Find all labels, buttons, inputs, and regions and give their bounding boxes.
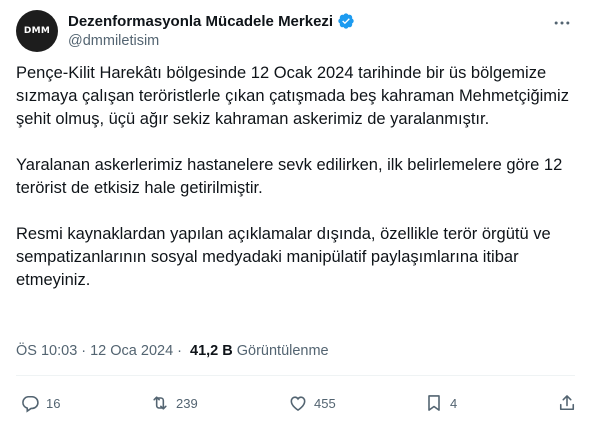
meta-separator: · <box>177 343 182 359</box>
more-icon[interactable] <box>551 14 573 32</box>
retweet-icon <box>153 396 167 410</box>
like-button[interactable]: 455 <box>288 389 336 417</box>
divider <box>16 375 575 376</box>
tweet-text: Pençe-Kilit Harekâtı bölgesinde 12 Ocak … <box>16 62 581 315</box>
share-button[interactable] <box>557 389 577 417</box>
avatar[interactable]: DMM <box>16 10 58 52</box>
tweet-paragraph: Pençe-Kilit Harekâtı bölgesinde 12 Ocak … <box>16 64 569 128</box>
author-names: Dezenformasyonla Mücadele Merkezi @dmmil… <box>68 11 355 49</box>
reply-icon <box>22 395 39 413</box>
bookmark-icon <box>428 395 440 411</box>
like-count: 455 <box>314 395 336 411</box>
heart-icon <box>290 396 306 412</box>
share-icon <box>559 395 575 411</box>
meta-separator: · <box>81 343 87 359</box>
handle[interactable]: @dmmiletisim <box>68 33 355 49</box>
views-count: 41,2 B <box>190 343 233 359</box>
action-bar: 16 239 455 4 <box>16 389 579 417</box>
tweet-card: DMM Dezenformasyonla Mücadele Merkezi @d… <box>0 0 591 433</box>
reply-count: 16 <box>46 395 61 411</box>
reply-button[interactable]: 16 <box>20 389 60 417</box>
tweet-meta: ÖS 10:03 · 12 Oca 2024 · 41,2 B Görüntül… <box>16 343 329 359</box>
avatar-logo-text: DMM <box>23 26 51 36</box>
display-name[interactable]: Dezenformasyonla Mücadele Merkezi <box>68 13 333 30</box>
tweet-paragraph: Resmi kaynaklardan yapılan açıklamalar d… <box>16 225 551 289</box>
retweet-count: 239 <box>176 395 198 411</box>
display-name-row: Dezenformasyonla Mücadele Merkezi <box>68 11 355 31</box>
views-label: Görüntülenme <box>236 343 329 359</box>
tweet-date[interactable]: 12 Oca 2024 <box>90 343 173 359</box>
verified-badge-icon <box>337 12 355 30</box>
bookmark-button[interactable]: 4 <box>424 389 457 417</box>
bookmark-count: 4 <box>450 395 458 411</box>
retweet-button[interactable]: 239 <box>150 389 198 417</box>
tweet-header: DMM Dezenformasyonla Mücadele Merkezi @d… <box>16 10 575 52</box>
tweet-paragraph: Yaralanan askerlerimiz hastanelere sevk … <box>16 156 563 197</box>
tweet-time[interactable]: ÖS 10:03 <box>16 343 77 359</box>
